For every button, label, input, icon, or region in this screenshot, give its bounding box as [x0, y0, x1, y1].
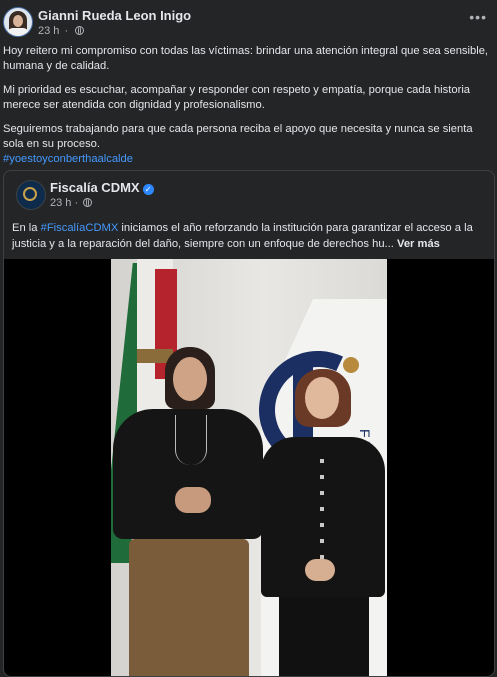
- person-1-hands: [175, 487, 211, 513]
- shared-hashtag[interactable]: #FiscalíaCDMX: [41, 222, 119, 234]
- person-2-hands: [305, 559, 335, 581]
- post-paragraph-3: Seguiremos trabajando para que cada pers…: [3, 122, 473, 151]
- author-name[interactable]: Gianni Rueda Leon Inigo: [38, 8, 191, 23]
- person-2-face: [305, 377, 339, 419]
- post-paragraph-1: Hoy reitero mi compromiso con todas las …: [3, 45, 489, 73]
- verified-icon: ✓: [142, 184, 154, 195]
- post-text: Hoy reitero mi compromiso con todas las …: [3, 44, 493, 168]
- page-logo-icon: [23, 187, 37, 201]
- avatar-shirt: [7, 28, 29, 36]
- post-paragraph-3-wrapper: Seguiremos trabajando para que cada pers…: [3, 122, 493, 168]
- person-1-lanyard: [175, 415, 207, 465]
- globe-icon: [83, 198, 93, 207]
- person-1-face: [173, 357, 207, 401]
- fiscalia-logo-dot: [343, 357, 359, 373]
- person-2-legs: [279, 597, 369, 676]
- post-hashtag[interactable]: #yoestoyconberthaalcalde: [3, 153, 133, 165]
- globe-icon: [75, 26, 85, 35]
- shared-meta: 23 h ·: [50, 197, 93, 209]
- post-time[interactable]: 23 h: [38, 25, 59, 37]
- page-avatar[interactable]: [16, 180, 46, 210]
- facebook-post: Gianni Rueda Leon Inigo 23 h · ••• Hoy r…: [0, 0, 497, 677]
- shared-text-prefix: En la: [12, 222, 41, 234]
- post-header: Gianni Rueda Leon Inigo 23 h · •••: [0, 0, 497, 42]
- person-1-skirt: [129, 539, 249, 676]
- video-player[interactable]: FISCALÍA: [4, 259, 494, 676]
- person-2-buttons: [320, 459, 324, 559]
- shared-separator: ·: [74, 197, 79, 209]
- shared-text: En la #FiscalíaCDMX iniciamos el año ref…: [12, 220, 486, 252]
- meta-separator: ·: [64, 25, 69, 37]
- page-name-row: Fiscalía CDMX ✓: [50, 180, 154, 195]
- author-avatar[interactable]: [3, 7, 33, 37]
- shared-post-card[interactable]: Fiscalía CDMX ✓ 23 h · En la #FiscalíaCDM…: [3, 170, 495, 677]
- post-meta: 23 h ·: [38, 25, 85, 37]
- more-options-icon[interactable]: •••: [469, 10, 487, 24]
- page-name[interactable]: Fiscalía CDMX: [50, 180, 140, 195]
- avatar-face: [13, 15, 23, 27]
- video-frame: FISCALÍA: [111, 259, 387, 676]
- post-paragraph-2: Mi prioridad es escuchar, acompañar y re…: [3, 83, 471, 112]
- see-more-link[interactable]: Ver más: [397, 238, 440, 250]
- shared-time[interactable]: 23 h: [50, 197, 71, 209]
